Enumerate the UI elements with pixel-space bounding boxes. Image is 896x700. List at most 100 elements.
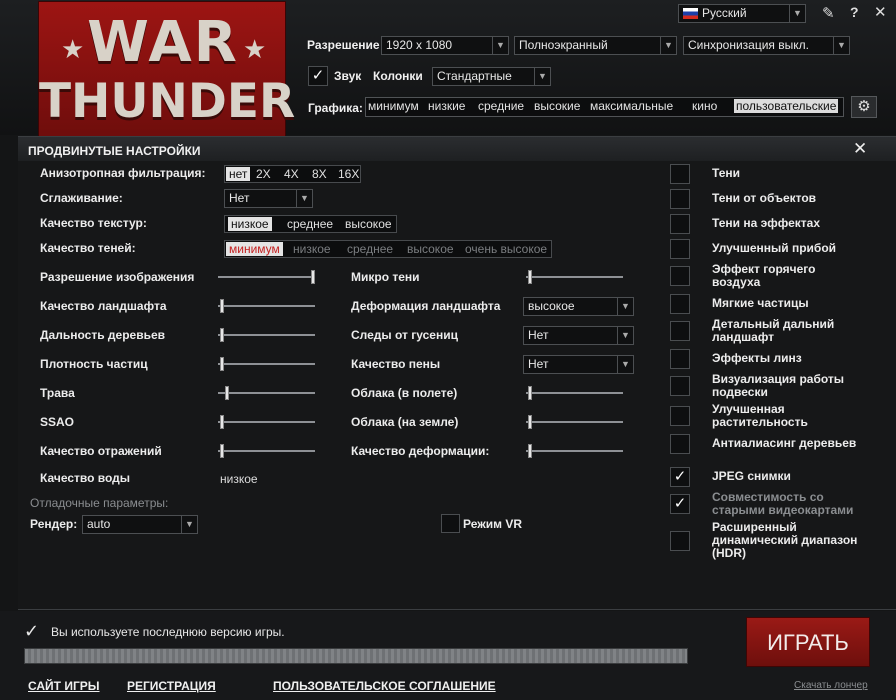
slider-handle[interactable] [220,328,224,342]
improved-vegetation-checkbox[interactable] [670,406,690,426]
play-button[interactable]: ИГРАТЬ [746,617,870,667]
render-label: Рендер: [30,517,78,531]
preset-option[interactable]: средние [478,99,524,113]
foam-quality-label: Качество пены [351,357,441,371]
user-agreement-link[interactable]: ПОЛЬЗОВАТЕЛЬСКОЕ СОГЛАШЕНИЕ [273,679,496,693]
deformation-quality-label: Качество деформации: [351,444,490,458]
slider-handle[interactable] [528,415,532,429]
logo-line-war: WAR [87,10,239,75]
slider-handle[interactable] [311,270,315,284]
image-resolution-slider[interactable] [218,270,315,284]
shadow-option[interactable]: низкое [293,242,331,256]
shadows-checkbox[interactable] [670,164,690,184]
slider-handle[interactable] [220,357,224,371]
grass-slider[interactable] [218,386,315,400]
resolution-value: 1920 x 1080 [386,38,453,52]
slider-handle[interactable] [528,270,532,284]
slider-label: Дальность деревьев [40,328,166,342]
preset-option[interactable]: высокие [534,99,580,113]
render-dropdown[interactable]: auto ▼ [82,515,198,534]
soft-particles-checkbox[interactable] [670,294,690,314]
shadow-option[interactable]: очень высокое [465,242,547,256]
preset-option[interactable]: кино [692,99,717,113]
registration-link[interactable]: РЕГИСТРАЦИЯ [127,679,216,693]
gear-icon[interactable]: ⚙ [851,96,877,118]
particle-density-slider[interactable] [218,357,315,371]
slider-handle[interactable] [224,386,229,400]
hdr-checkbox[interactable] [670,531,690,551]
preset-option[interactable]: низкие [428,99,465,113]
option-label: Тени [712,166,741,180]
clouds-flight-slider[interactable] [526,386,623,400]
tree-distance-slider[interactable] [218,328,315,342]
window-close-button[interactable]: ✕ [874,3,890,21]
chevron-down-icon: ▼ [833,37,849,54]
terrain-deformation-dropdown[interactable]: высокое ▼ [523,297,634,316]
preset-option[interactable]: максимальные [590,99,673,113]
jpeg-screenshots-checkbox[interactable]: ✓ [670,467,690,487]
deformation-quality-slider[interactable] [526,444,623,458]
resolution-dropdown[interactable]: 1920 x 1080 ▼ [381,36,509,55]
shadow-option[interactable]: минимум [226,242,283,256]
clouds-ground-label: Облака (на земле) [351,415,459,429]
antialiasing-dropdown[interactable]: Нет ▼ [224,189,313,208]
vsync-dropdown[interactable]: Синхронизация выкл. ▼ [683,36,850,55]
slider-handle[interactable] [528,444,532,458]
slider-label: Трава [40,386,75,400]
texture-option[interactable]: среднее [287,217,333,231]
terrain-deformation-label: Деформация ландшафта [351,299,501,313]
speakers-dropdown[interactable]: Стандартные ▼ [432,67,551,86]
game-site-link[interactable]: САЙТ ИГРЫ [28,679,100,693]
tree-antialiasing-checkbox[interactable] [670,434,690,454]
option-label: JPEG снимки [712,469,791,483]
slider-handle[interactable] [220,444,224,458]
preset-option-selected[interactable]: пользовательские [734,99,839,113]
help-button[interactable]: ? [850,4,864,22]
texture-option[interactable]: высокое [345,217,392,231]
option-label: Антиалиасинг деревьев [712,436,857,450]
old-gpu-compatibility-checkbox[interactable]: ✓ [670,494,690,514]
language-dropdown[interactable]: Русский ▼ [678,4,806,23]
object-shadows-checkbox[interactable] [670,189,690,209]
chevron-down-icon: ▼ [617,298,633,315]
option-label: Улучшенный прибой [712,241,837,255]
micro-shadows-slider[interactable] [526,270,623,284]
option-label: Эффекты линз [712,351,802,365]
aniso-option[interactable]: 16X [338,167,359,181]
panel-close-button[interactable]: ✕ [853,139,867,159]
aniso-option[interactable]: 8X [312,167,327,181]
improved-surf-checkbox[interactable] [670,239,690,259]
clouds-flight-label: Облака (в полете) [351,386,458,400]
antialiasing-value: Нет [229,191,250,205]
reflection-quality-slider[interactable] [218,444,315,458]
tools-icon[interactable]: ✎ [822,4,842,22]
track-marks-dropdown[interactable]: Нет ▼ [523,326,634,345]
option-label: Тени от объектов [712,191,817,205]
download-launcher-link[interactable]: Скачать лончер [794,680,868,691]
track-marks-value: Нет [528,328,549,342]
ssao-slider[interactable] [218,415,315,429]
aniso-option[interactable]: нет [226,167,251,181]
texture-option[interactable]: низкое [228,217,272,231]
aniso-option[interactable]: 4X [284,167,299,181]
shadow-option[interactable]: высокое [407,242,454,256]
chevron-down-icon: ▼ [534,68,550,85]
display-mode-dropdown[interactable]: Полноэкранный ▼ [514,36,677,55]
heat-haze-checkbox[interactable] [670,266,690,286]
clouds-ground-slider[interactable] [526,415,623,429]
foam-quality-dropdown[interactable]: Нет ▼ [523,355,634,374]
slider-handle[interactable] [220,299,224,313]
speakers-value: Стандартные [437,69,512,83]
suspension-visualization-checkbox[interactable] [670,376,690,396]
landscape-quality-slider[interactable] [218,299,315,313]
aniso-option[interactable]: 2X [256,167,271,181]
effect-shadows-checkbox[interactable] [670,214,690,234]
vr-mode-checkbox[interactable] [441,514,460,533]
slider-handle[interactable] [220,415,224,429]
shadow-option[interactable]: среднее [347,242,393,256]
detailed-far-landscape-checkbox[interactable] [670,321,690,341]
lens-effects-checkbox[interactable] [670,349,690,369]
sound-checkbox[interactable]: ✓ [308,66,328,86]
slider-handle[interactable] [528,386,532,400]
preset-option[interactable]: минимум [368,99,419,113]
